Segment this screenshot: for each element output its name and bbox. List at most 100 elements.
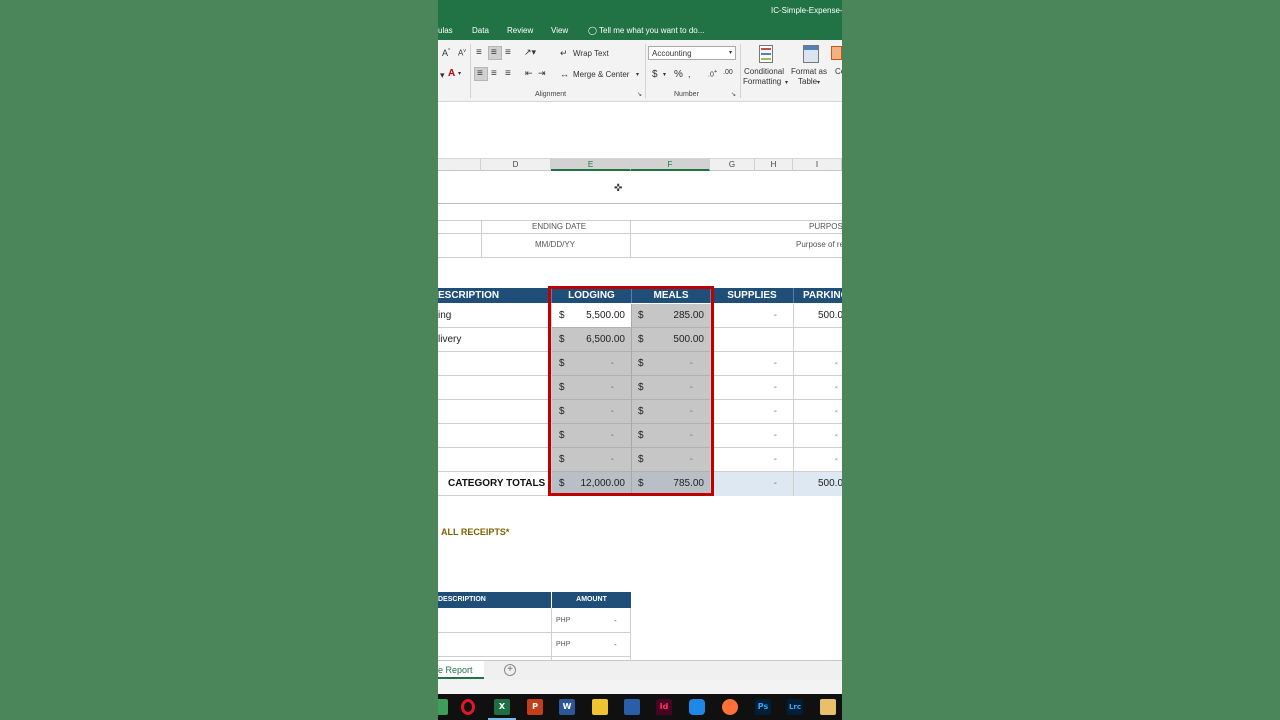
lower-row1-currency: PHP — [556, 617, 571, 624]
category-totals-label: CATEGORY TOTALS — [448, 478, 546, 489]
font-color-dropdown-icon[interactable]: ▾ — [458, 70, 461, 77]
sheet-tab-expense-report[interactable]: e Report — [438, 661, 484, 679]
media-player-icon[interactable] — [820, 699, 836, 715]
photos-icon[interactable] — [624, 699, 640, 715]
row5-supplies[interactable]: - — [738, 406, 777, 417]
shrink-font-icon[interactable]: Av — [458, 48, 466, 58]
opera-icon[interactable] — [461, 699, 475, 715]
column-header-d[interactable]: D — [481, 159, 551, 171]
grow-font-icon[interactable]: A^ — [442, 48, 450, 58]
tab-view[interactable]: View — [551, 26, 568, 35]
indesign-icon[interactable]: Id — [656, 699, 672, 715]
lower-row1-amount[interactable]: - — [614, 616, 617, 625]
file-explorer-icon[interactable] — [592, 699, 608, 715]
lightroom-icon[interactable]: Lrc — [787, 699, 803, 715]
alignment-launcher-icon[interactable]: ↘ — [637, 91, 642, 98]
fat-dropdown-icon[interactable]: ▾ — [817, 79, 820, 86]
wrap-text-button[interactable]: Wrap Text — [573, 49, 609, 58]
row1-description[interactable]: ing — [438, 310, 498, 321]
align-bottom-icon[interactable]: ≡ — [505, 47, 511, 58]
percent-style-button[interactable]: % — [674, 69, 683, 80]
row1-parking[interactable]: 500.0 — [798, 310, 842, 321]
format-as-table-label2: Table — [798, 77, 818, 86]
cf-dropdown-icon[interactable]: ▾ — [785, 79, 788, 86]
merge-center-button[interactable]: Merge & Center — [573, 70, 629, 79]
number-format-select[interactable]: Accounting ▾ — [648, 46, 736, 60]
column-header-i[interactable]: I — [793, 159, 842, 171]
row3-supplies[interactable]: - — [738, 358, 777, 369]
row1-supplies[interactable]: - — [738, 310, 777, 321]
chevron-down-icon: ▾ — [728, 50, 732, 56]
column-header-h[interactable]: H — [755, 159, 793, 171]
row2-description[interactable]: livery — [438, 334, 498, 345]
column-header-g[interactable]: G — [710, 159, 755, 171]
column-header-e[interactable]: E — [551, 159, 631, 171]
tab-review[interactable]: Review — [507, 26, 533, 35]
lower-header-description: DESCRIPTION — [438, 592, 551, 608]
alignment-group-label: Alignment — [535, 91, 567, 98]
ending-date-label: ENDING DATE — [532, 222, 587, 231]
cell-styles-icon[interactable] — [831, 46, 842, 60]
conditional-formatting-label2: Formatting — [743, 77, 782, 86]
cell-styles-button[interactable]: Ce — [835, 67, 842, 76]
row6-parking[interactable]: - — [818, 430, 838, 441]
tab-formulas[interactable]: ulas — [438, 26, 453, 35]
receipts-note: ALL RECEIPTS* — [441, 527, 510, 537]
total-parking[interactable]: 500.0 — [798, 478, 842, 489]
lightbulb-icon: ◯ — [588, 26, 597, 35]
edge-app-icon[interactable] — [438, 699, 448, 715]
info-divider — [630, 220, 631, 258]
firefox-icon[interactable] — [722, 699, 738, 715]
align-middle-icon[interactable]: ≡ — [488, 46, 502, 60]
title-bar: IC-Simple-Expense- — [438, 0, 842, 22]
number-launcher-icon[interactable]: ↘ — [731, 91, 736, 98]
sync-icon[interactable] — [689, 699, 705, 715]
merge-dropdown-icon[interactable]: ▾ — [636, 71, 639, 78]
comma-style-icon[interactable]: , — [688, 69, 691, 79]
number-format-value: Accounting — [652, 49, 692, 58]
align-top-icon[interactable]: ≡ — [476, 47, 482, 58]
lower-row2-amount[interactable]: - — [614, 640, 617, 649]
window-title: IC-Simple-Expense- — [771, 6, 842, 15]
header-supplies: SUPPLIES — [710, 288, 793, 303]
format-as-table-icon[interactable] — [800, 43, 820, 65]
ending-date-value[interactable]: MM/DD/YY — [535, 240, 575, 249]
format-as-table-button[interactable]: Format as — [791, 67, 827, 76]
purpose-value[interactable]: Purpose of re — [796, 240, 842, 249]
number-group-label: Number — [674, 91, 699, 98]
photoshop-icon[interactable]: Ps — [755, 699, 771, 715]
row7-parking[interactable]: - — [818, 454, 838, 465]
row7-supplies[interactable]: - — [738, 454, 777, 465]
align-left-icon[interactable]: ≡ — [474, 67, 488, 81]
add-sheet-icon[interactable]: + — [504, 664, 516, 676]
row5-parking[interactable]: - — [818, 406, 838, 417]
total-supplies[interactable]: - — [738, 478, 777, 489]
align-right-icon[interactable]: ≡ — [505, 68, 511, 79]
decrease-decimal-icon[interactable]: .00 — [723, 69, 733, 76]
borders-dropdown-icon[interactable]: ▾ — [440, 70, 445, 81]
excel-icon[interactable]: X — [494, 699, 510, 715]
row6-supplies[interactable]: - — [738, 430, 777, 441]
accounting-dropdown-icon[interactable]: ▾ — [663, 71, 666, 78]
word-icon[interactable]: W — [559, 699, 575, 715]
orientation-icon[interactable]: ↗▾ — [524, 47, 536, 58]
powerpoint-icon[interactable]: P — [527, 699, 543, 715]
align-center-icon[interactable]: ≡ — [491, 68, 497, 79]
decrease-indent-icon[interactable]: ⇤ — [525, 68, 533, 79]
increase-decimal-icon[interactable]: .0+ — [708, 69, 717, 78]
tab-data[interactable]: Data — [472, 26, 489, 35]
tell-me-box[interactable]: Tell me what you want to do... — [599, 26, 704, 35]
lower-row2-currency: PHP — [556, 641, 571, 648]
status-bar — [438, 680, 842, 694]
font-color-icon[interactable]: A — [448, 68, 455, 79]
row4-parking[interactable]: - — [818, 382, 838, 393]
conditional-formatting-icon[interactable] — [756, 43, 776, 65]
column-header-c[interactable] — [438, 159, 481, 171]
ribbon-tabs: ulas Data Review View ◯ Tell me what you… — [438, 22, 842, 40]
conditional-formatting-button[interactable]: Conditional — [744, 67, 784, 76]
row4-supplies[interactable]: - — [738, 382, 777, 393]
accounting-format-button[interactable]: $ — [652, 69, 658, 80]
row3-parking[interactable]: - — [818, 358, 838, 369]
increase-indent-icon[interactable]: ⇥ — [538, 68, 546, 79]
column-header-f[interactable]: F — [631, 159, 710, 171]
